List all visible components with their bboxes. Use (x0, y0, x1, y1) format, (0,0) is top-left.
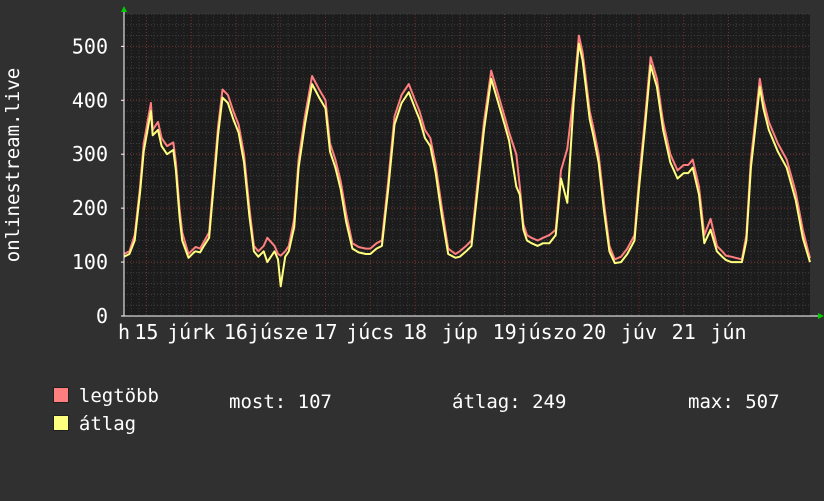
x-tick-label: 19 (493, 320, 517, 344)
traffic-chart: 0 100 200 300 400 500 h 15 júrk 16 júsze 17 júcs 18 j… (2, 6, 824, 344)
y-axis-label: onlinestream.live (2, 68, 24, 262)
x-tick-label: 18 (403, 320, 427, 344)
x-axis-arrow-icon (818, 313, 824, 319)
legend-label-avg: átlag (78, 413, 137, 435)
legend-swatch-avg (52, 415, 69, 431)
x-tick-label: júv (621, 320, 657, 344)
y-tick-label: 200 (72, 196, 108, 220)
stat-current: most: 107 (229, 391, 332, 413)
y-tick-label: 500 (72, 34, 108, 58)
x-tick-label: 21 (672, 320, 696, 344)
y-tick-label: 0 (96, 304, 108, 328)
x-tick-label: júp (442, 320, 478, 344)
y-tick-label: 300 (72, 142, 108, 166)
y-tick-label: 400 (72, 88, 108, 112)
x-tick-label: júcs (346, 320, 394, 344)
x-tick-label: jún (710, 320, 746, 344)
y-tick-label: 100 (72, 250, 108, 274)
x-tick-label: 16 (224, 320, 248, 344)
y-tick-labels: 0 100 200 300 400 500 (72, 34, 108, 328)
x-tick-labels: h 15 júrk 16 júsze 17 júcs 18 júp 19 júszo 20 júv 21 j… (118, 320, 747, 344)
x-tick-label: 17 (313, 320, 337, 344)
x-tick-label: júsze (248, 320, 308, 344)
legend-row-avg: átlag most: 107 átlag: 249 max: 507 (30, 391, 810, 501)
x-tick-label: 20 (582, 320, 606, 344)
stat-average: átlag: 249 (452, 391, 567, 413)
y-axis-arrow-icon (121, 6, 127, 12)
x-tick-label: júrk (167, 320, 215, 344)
stat-max: max: 507 (688, 391, 780, 413)
x-tick-label: h (118, 320, 130, 344)
x-tick-label: 15 (134, 320, 158, 344)
x-tick-label: júszo (517, 320, 577, 344)
